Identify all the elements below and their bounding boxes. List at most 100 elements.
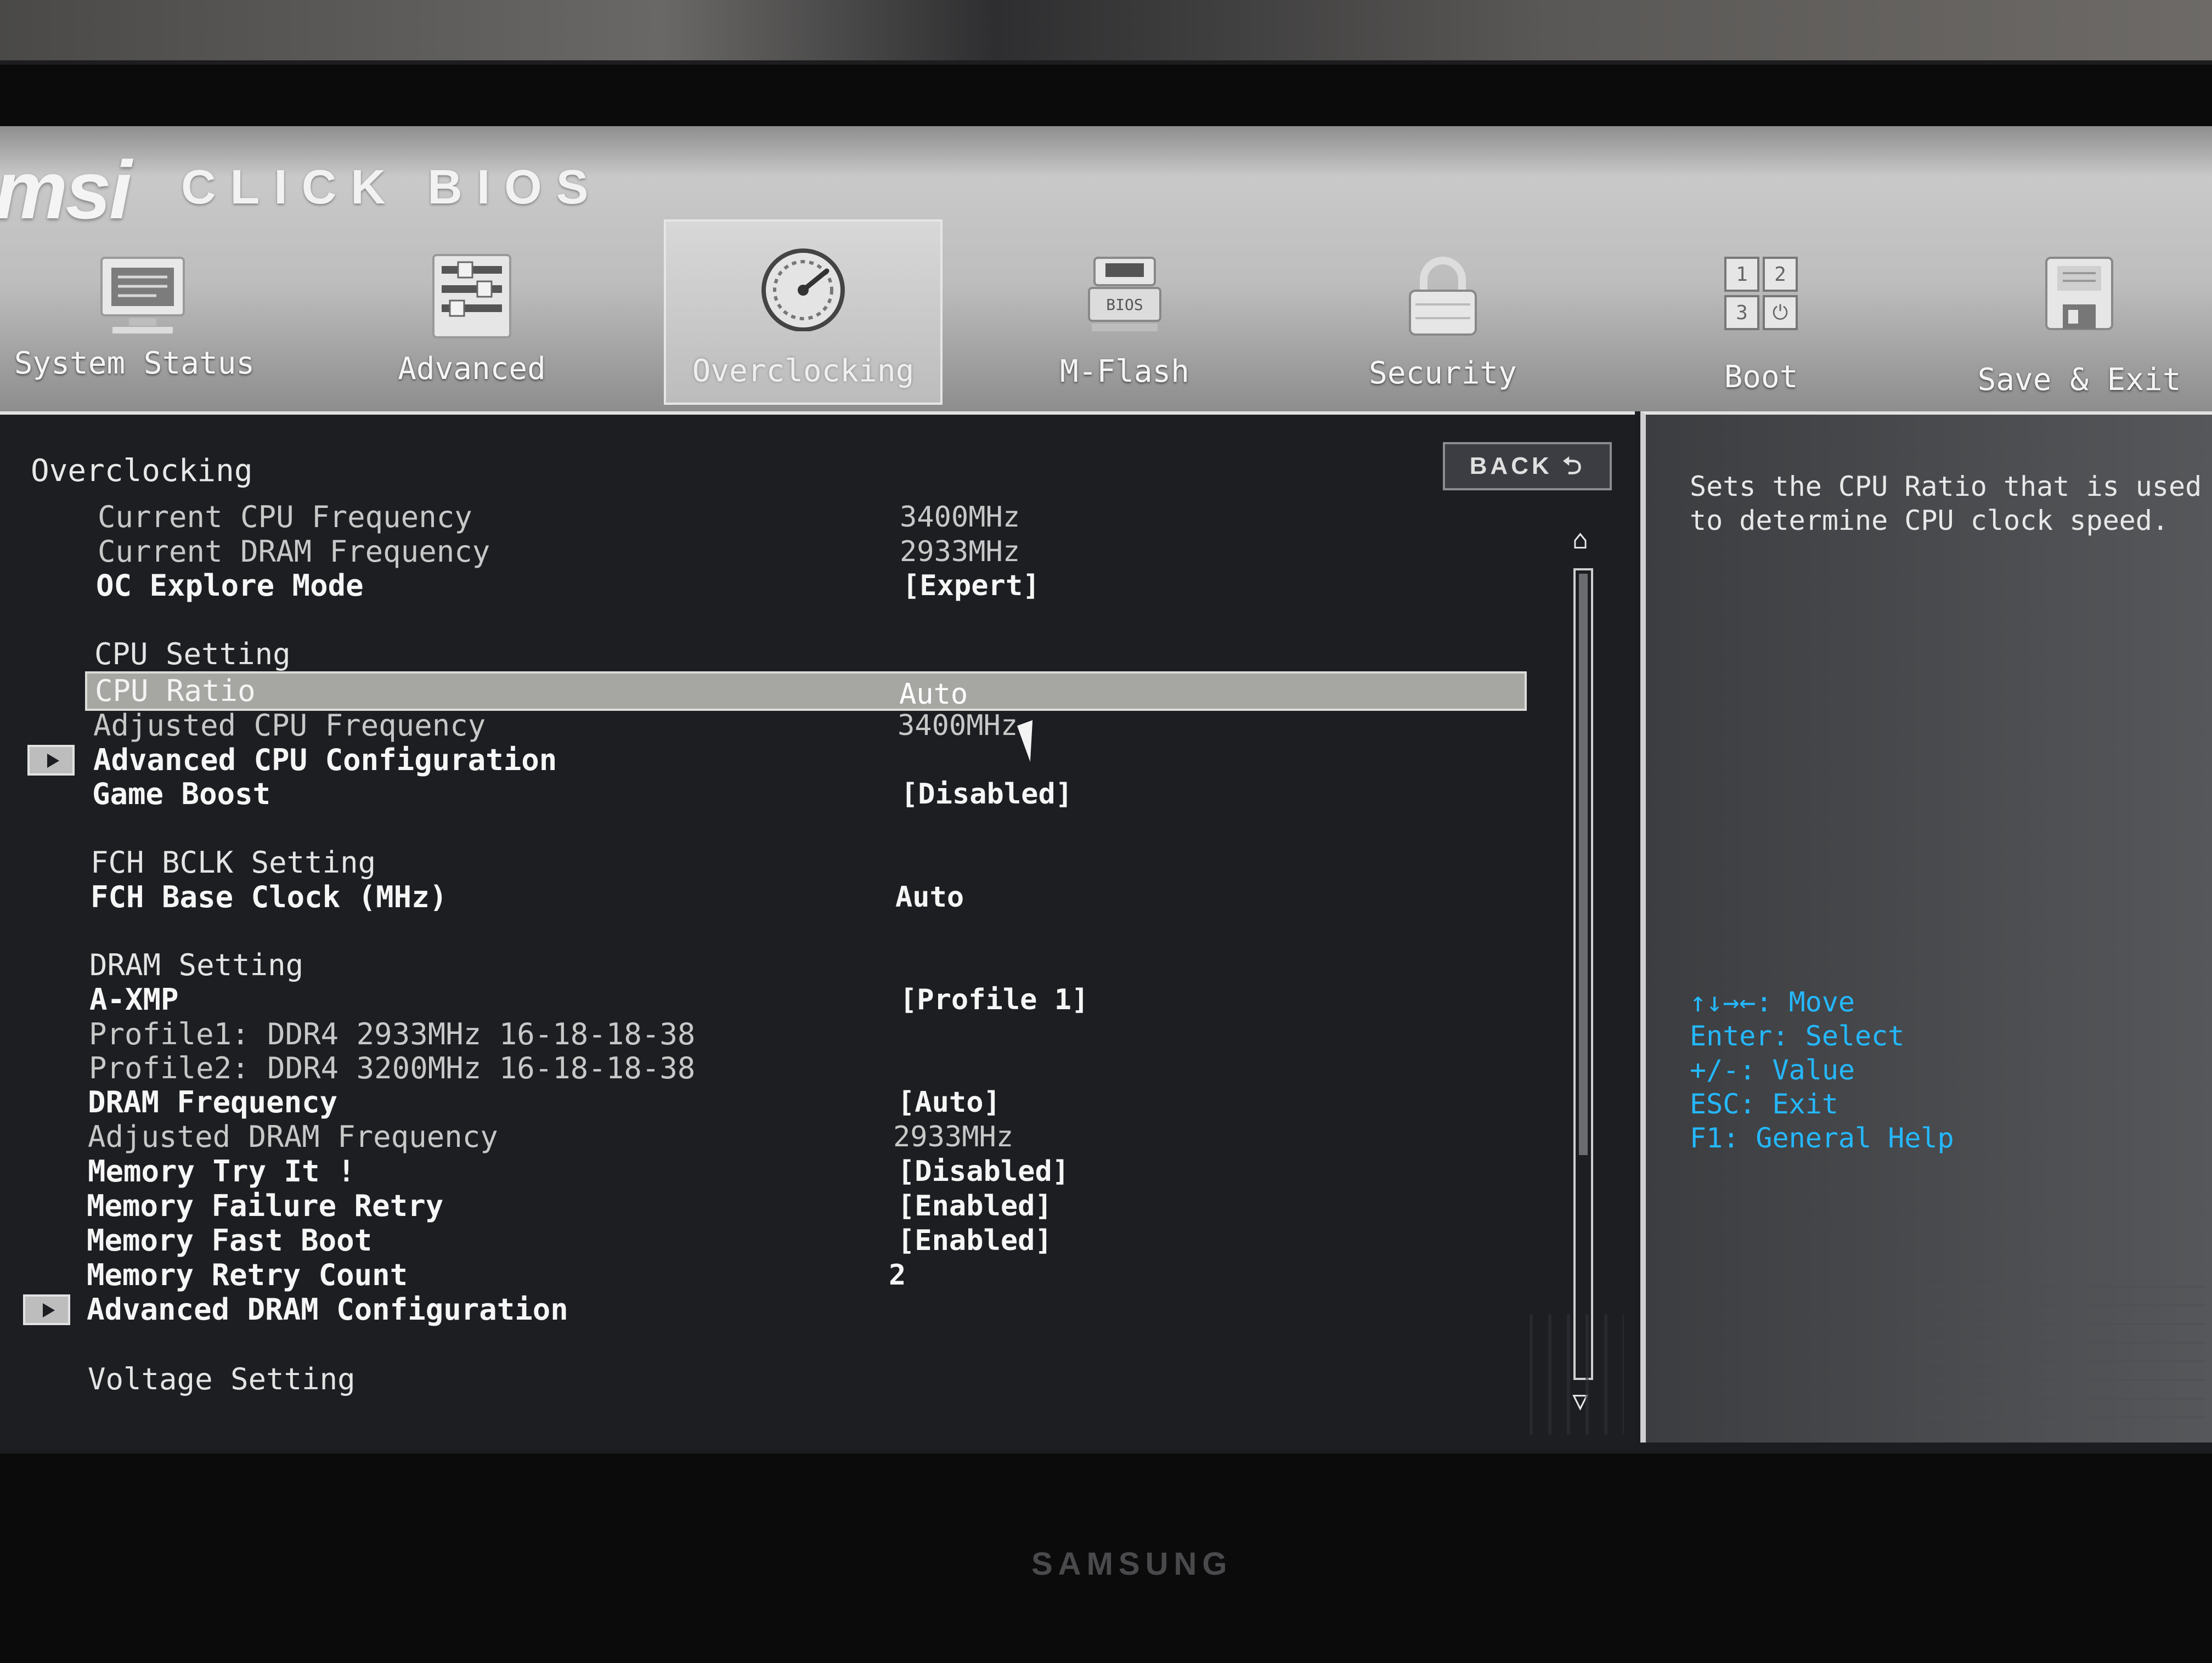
setting-value: [Disabled] (901, 778, 1073, 811)
tab-security[interactable]: Security (1306, 236, 1580, 400)
key-legend: ↑↓→←: Move Enter: Select +/-: Value ESC:… (1690, 985, 1954, 1155)
setting-value: Auto (895, 881, 964, 914)
setting-label: FCH Base Clock (MHz) (91, 880, 448, 914)
setting-label: Memory Fast Boot (87, 1223, 373, 1258)
monitor-icon (100, 257, 185, 333)
bios-chip-icon: BIOS (1088, 257, 1161, 331)
setting-row-fch-base-clock[interactable]: FCH Base Clock (MHz) Auto (0, 880, 1525, 915)
key-hint-move: ↑↓→←: Move (1690, 986, 1855, 1018)
setting-row: Current CPU Frequency 3400MHz (0, 500, 1525, 535)
group-label: CPU Setting (94, 637, 291, 671)
setting-value: 2 (889, 1259, 906, 1292)
group-label: DRAM Setting (89, 948, 304, 982)
setting-label: Advanced CPU Configuration (93, 743, 557, 777)
setting-row-memory-try-it[interactable]: Memory Try It ! [Disabled] (0, 1154, 1525, 1189)
tab-save-exit[interactable]: Save & Exit (1942, 236, 2212, 400)
key-hint-value: +/-: Value (1690, 1054, 1855, 1086)
bios-screen: msi CLICK BIOS System Status Advanced Ov… (0, 126, 2212, 1453)
setting-label: Advanced DRAM Configuration (87, 1292, 568, 1327)
setting-label: CPU Ratio (95, 674, 256, 708)
help-description: Sets the CPU Ratio that is used to deter… (1690, 471, 2202, 536)
setting-row-cpu-ratio[interactable]: CPU Ratio Auto (85, 671, 1527, 711)
padlock-icon (1409, 257, 1477, 336)
setting-label: Memory Try It ! (88, 1154, 356, 1189)
scrollbar-thumb[interactable] (1579, 574, 1588, 1155)
back-button[interactable]: BACK ⮌ (1443, 442, 1612, 490)
setting-value: [Expert] (902, 569, 1040, 602)
sliders-icon (432, 254, 511, 338)
setting-label: Profile1: DDR4 2933MHz 16-18-18-38 (89, 1017, 696, 1051)
submenu-arrow-icon (27, 745, 75, 776)
setting-value: Auto (899, 678, 968, 711)
key-hint-help: F1: General Help (1690, 1122, 1954, 1154)
group-label: Voltage Setting (88, 1362, 356, 1396)
submenu-advanced-dram-configuration[interactable]: Advanced DRAM Configuration (0, 1292, 1525, 1327)
setting-row: Profile1: DDR4 2933MHz 16-18-18-38 (0, 1017, 1525, 1052)
group-label: FCH BCLK Setting (91, 845, 376, 880)
tab-advanced[interactable]: Advanced (329, 236, 614, 400)
group-heading: Voltage Setting (0, 1362, 1525, 1397)
setting-row-a-xmp[interactable]: A-XMP [Profile 1] (0, 982, 1525, 1017)
setting-label: Adjusted CPU Frequency (93, 708, 486, 743)
setting-label: Memory Retry Count (87, 1258, 408, 1292)
setting-value: 2933MHz (900, 535, 1020, 568)
setting-label: Game Boost (92, 777, 271, 811)
tab-label: Advanced (398, 351, 546, 387)
setting-row-game-boost[interactable]: Game Boost [Disabled] (0, 777, 1525, 812)
setting-row: Current DRAM Frequency 2933MHz (0, 534, 1525, 569)
bios-header: msi CLICK BIOS System Status Advanced Ov… (0, 126, 2212, 411)
circuit-decoration (1931, 1270, 2205, 1435)
speedometer-icon (761, 248, 845, 331)
setting-label: Memory Failure Retry (87, 1189, 444, 1223)
submenu-advanced-cpu-configuration[interactable]: Advanced CPU Configuration (0, 743, 1525, 778)
setting-label: Profile2: DDR4 3200MHz 16-18-18-38 (89, 1051, 696, 1085)
key-hint-select: Enter: Select (1690, 1020, 1905, 1052)
scrollbar[interactable] (1573, 568, 1593, 1380)
setting-row-memory-fast-boot[interactable]: Memory Fast Boot [Enabled] (0, 1223, 1525, 1258)
svg-text:2: 2 (1774, 263, 1786, 286)
settings-panel: Overclocking BACK ⮌ Current CPU Frequenc… (0, 411, 1635, 1446)
setting-row: Adjusted CPU Frequency 3400MHz (0, 708, 1525, 743)
svg-text:⏻: ⏻ (1773, 302, 1788, 324)
group-heading: FCH BCLK Setting (0, 845, 1525, 880)
setting-label: Current DRAM Frequency (98, 534, 490, 569)
monitor-brand: SAMSUNG (1031, 1546, 1233, 1582)
tab-label: Save & Exit (1977, 362, 2181, 398)
setting-row-memory-failure-retry[interactable]: Memory Failure Retry [Enabled] (0, 1189, 1525, 1224)
setting-row-memory-retry-count[interactable]: Memory Retry Count 2 (0, 1258, 1525, 1293)
svg-text:1: 1 (1736, 263, 1748, 286)
setting-row: Adjusted DRAM Frequency 2933MHz (0, 1119, 1525, 1155)
top-tab-bar: System Status Advanced Overclocking BIOS… (0, 219, 2212, 411)
product-title: CLICK BIOS (181, 160, 603, 214)
tab-m-flash[interactable]: BIOS M-Flash (988, 236, 1262, 400)
setting-value: [Enabled] (898, 1190, 1052, 1223)
tab-label: Boot (1724, 359, 1798, 395)
setting-label: DRAM Frequency (88, 1085, 338, 1119)
setting-value: 3400MHz (900, 501, 1020, 534)
msi-logo: msi (0, 144, 132, 236)
key-hint-exit: ESC: Exit (1690, 1088, 1838, 1120)
submenu-arrow-icon (23, 1294, 70, 1325)
tab-overclocking[interactable]: Overclocking (664, 219, 943, 405)
tab-label: Overclocking (692, 353, 915, 389)
setting-row-oc-explore-mode[interactable]: OC Explore Mode [Expert] (0, 568, 1525, 603)
scroll-up-icon[interactable]: ⌂ (1572, 524, 1588, 555)
setting-row: Profile2: DDR4 3200MHz 16-18-18-38 (0, 1051, 1525, 1086)
section-title: Overclocking (31, 453, 253, 489)
setting-row-dram-frequency[interactable]: DRAM Frequency [Auto] (0, 1085, 1525, 1120)
setting-label: A-XMP (89, 982, 179, 1017)
tab-label: M-Flash (1059, 354, 1189, 389)
setting-label: Adjusted DRAM Frequency (88, 1119, 498, 1154)
svg-text:3: 3 (1736, 302, 1748, 324)
circuit-decoration (1514, 1314, 1624, 1435)
help-panel: Sets the CPU Ratio that is used to deter… (1640, 411, 2212, 1443)
boot-grid-icon: 1 2 3 ⏻ (1724, 257, 1798, 330)
floppy-icon (2045, 257, 2113, 330)
bios-badge: BIOS (1106, 296, 1143, 314)
tab-system-status[interactable]: System Status (0, 236, 285, 400)
tab-boot[interactable]: 1 2 3 ⏻ Boot (1624, 236, 1898, 400)
setting-value: [Profile 1] (900, 983, 1089, 1016)
setting-value: [Enabled] (898, 1224, 1052, 1257)
setting-value: [Auto] (898, 1086, 1001, 1119)
setting-label: OC Explore Mode (96, 568, 364, 603)
